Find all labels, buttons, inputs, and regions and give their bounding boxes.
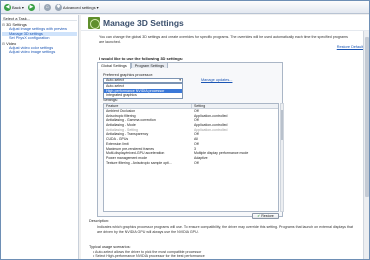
- description-body: Indicates which graphics processor progr…: [97, 225, 353, 234]
- processor-dropdown-list: Auto-select High-performance NVIDIA proc…: [103, 83, 183, 99]
- column-header-setting[interactable]: Setting: [192, 104, 278, 108]
- toolbar: ◀ Back ▾ ▶ ⌂ ✱ Advanced settings ▾: [1, 1, 369, 14]
- task-sidebar: Select a Task... ⊟ 3D Settings Adjust im…: [1, 15, 79, 259]
- page-banner: Manage 3D Settings: [81, 15, 369, 31]
- checkmark-icon: ✔: [257, 214, 261, 218]
- nvidia-control-panel-window: ◀ Back ▾ ▶ ⌂ ✱ Advanced settings ▾ Selec…: [0, 0, 370, 260]
- table-row[interactable]: Texture filtering - Anisotropic sample o…: [104, 161, 278, 166]
- page-scrollbar[interactable]: [363, 31, 369, 259]
- nvidia-3d-logo-icon: [88, 17, 100, 29]
- restore-defaults-link[interactable]: Restore Defaults: [337, 45, 365, 49]
- main-content: Manage 3D Settings Restore Defaults You …: [81, 15, 369, 259]
- chevron-down-icon: ▾: [21, 4, 24, 10]
- restore-button[interactable]: ✔Restore: [252, 213, 279, 219]
- settings-panel: Global Settings Program Settings Preferr…: [97, 62, 284, 219]
- sidebar-item-adjust-image[interactable]: Adjust image settings with preview: [2, 27, 77, 32]
- forward-arrow-icon: ▶: [27, 3, 35, 11]
- restore-button-label: Restore: [261, 214, 274, 218]
- dropdown-option-integrated[interactable]: Integrated graphics: [104, 93, 182, 98]
- usage-item: • Select High-performance NVIDIA process…: [93, 254, 205, 259]
- collapse-icon[interactable]: ⊟: [2, 23, 5, 28]
- page-scrollbar-thumb[interactable]: [365, 37, 369, 197]
- tab-global-settings[interactable]: Global Settings: [97, 62, 131, 69]
- select-value: Auto-select: [106, 78, 124, 82]
- advanced-settings-label: Advanced settings: [62, 4, 96, 10]
- settings-icon: ✱: [54, 3, 62, 11]
- home-button[interactable]: ⌂: [43, 3, 51, 11]
- usage-list: • Auto-select allows the driver to pick …: [93, 250, 359, 259]
- usage-heading: Typical usage scenarios:: [89, 245, 131, 249]
- settings-heading: I would like to use the following 3D set…: [99, 56, 184, 61]
- collapse-icon[interactable]: ⊟: [2, 42, 5, 47]
- page-title: Manage 3D Settings: [103, 18, 184, 28]
- chevron-down-icon: ▾: [96, 4, 99, 10]
- back-arrow-icon: ◀: [4, 3, 11, 11]
- scrollbar-thumb[interactable]: [281, 110, 283, 140]
- back-button[interactable]: ◀ Back ▾: [4, 3, 24, 11]
- sidebar-item-video-image[interactable]: Adjust video image settings: [2, 50, 77, 55]
- feature-cell: Texture filtering - Anisotropic sample o…: [106, 160, 172, 165]
- sidebar-header: Select a Task...: [2, 16, 77, 21]
- description-heading: Description:: [89, 219, 110, 223]
- settings-table: Feature Setting Ambient Occlusion Off Anis…: [103, 103, 279, 212]
- back-label: Back: [12, 4, 21, 10]
- toolbar-divider: [38, 3, 40, 11]
- manage-updates-link[interactable]: Manage updates...: [201, 78, 232, 82]
- table-scrollbar[interactable]: [280, 103, 284, 212]
- home-icon: ⌂: [43, 3, 51, 11]
- advanced-settings-button[interactable]: ✱ Advanced settings ▾: [54, 3, 99, 11]
- settings-tabs: Global Settings Program Settings: [97, 62, 169, 69]
- column-header-feature[interactable]: Feature: [104, 104, 192, 108]
- forward-button[interactable]: ▶: [27, 3, 35, 11]
- preferred-processor-label: Preferred graphics processor:: [103, 73, 154, 77]
- tab-program-settings[interactable]: Program Settings: [130, 62, 169, 68]
- page-intro: You can change the global 3D settings an…: [99, 35, 348, 44]
- table-body: Ambient Occlusion Off Anisotropic filterin…: [104, 109, 278, 165]
- setting-cell: Off: [194, 160, 199, 165]
